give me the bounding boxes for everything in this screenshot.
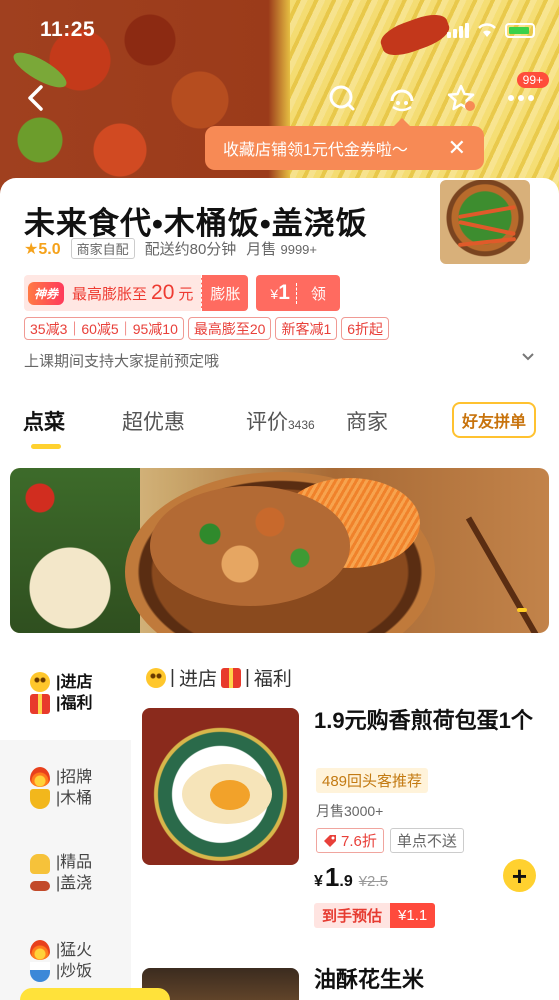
discount-tag: 新客减1 [275, 317, 338, 340]
close-icon[interactable]: ✕ [448, 135, 466, 161]
product-title: 油酥花生米 [314, 967, 425, 992]
shop-thumbnail[interactable] [438, 178, 532, 266]
fire-icon [30, 766, 50, 787]
wifi-icon [478, 23, 496, 37]
active-tab-indicator [31, 444, 61, 449]
shop-name: 未来食代•木桶饭•盖浇饭 [24, 206, 368, 241]
chevron-down-icon[interactable] [521, 352, 535, 362]
sidebar-item-signature[interactable]: |招牌 |木桶 [0, 740, 131, 835]
estimated-price: 到手预估 ¥1.1 [314, 903, 436, 928]
discount-tag: 最高膨至20 [187, 317, 272, 340]
inflate-amount: 20 [151, 281, 175, 304]
product-price: ¥1.9 ¥2.5 [314, 862, 388, 892]
shen-coupon-tag: 神券 [28, 281, 65, 305]
sidebar-item-fried-rice[interactable]: |猛火 |炒饭 [0, 913, 131, 1000]
signal-icon [447, 22, 469, 38]
search-button[interactable] [324, 80, 360, 116]
more-dots-icon [508, 95, 534, 101]
original-price: ¥2.5 [358, 873, 388, 890]
thumbs-up-icon [30, 854, 50, 874]
add-to-cart-button[interactable]: + [503, 859, 536, 892]
shop-meta: ★5.0 商家自配 配送约80分钟 月售 9999+ [24, 238, 317, 259]
single-order-tag: 单点不送 [389, 828, 464, 853]
smile-icon [146, 667, 166, 688]
back-button[interactable] [18, 80, 54, 116]
fire-icon [30, 939, 50, 960]
banner-page-indicator [517, 608, 527, 612]
status-time: 11:25 [40, 18, 96, 41]
product-sales: 月售3000+ [316, 803, 384, 819]
group-order-button[interactable]: 好友拼单 [452, 402, 536, 438]
monthly-sales: 月售 9999+ [246, 241, 317, 258]
smile-icon [30, 671, 50, 692]
shop-tabs: 点菜 超优惠 评价3436 商家 好友拼单 [0, 394, 559, 452]
section-title: | 进店 | 福利 [146, 664, 292, 691]
favorite-button[interactable] [443, 80, 479, 116]
inflate-coupon[interactable]: 神券 最高膨胀至 20 元 [24, 275, 202, 311]
tab-deals[interactable]: 超优惠 [122, 406, 185, 436]
delivery-time: 配送约80分钟 [144, 241, 237, 258]
product-discount-row: 7.6折 单点不送 [316, 828, 464, 853]
gift-icon [30, 693, 50, 714]
category-sidebar: |进店 |福利 |招牌 |木桶 |精品 |盖浇 |猛火 |炒饭 [0, 645, 131, 1000]
cart-bar[interactable] [20, 988, 170, 1000]
product-image[interactable] [142, 708, 299, 865]
sausage-icon [30, 881, 50, 891]
trophy-icon [30, 788, 50, 809]
search-icon [329, 85, 355, 111]
delivery-type-badge: 商家自配 [70, 238, 135, 259]
promo-row: 神券 最高膨胀至 20 元 膨胀 ¥1 领 [24, 275, 340, 311]
headset-icon [390, 89, 414, 112]
discount-tag: 6折起 [341, 317, 390, 340]
sidebar-item-premium[interactable]: |精品 |盖浇 [0, 825, 131, 920]
claim-coupon[interactable]: ¥1 领 [256, 275, 340, 311]
discount-tags[interactable]: 35减3｜60减5｜95减10 最高膨至20 新客减1 6折起 [24, 317, 390, 340]
repeat-customer-tag: 489回头客推荐 [316, 768, 429, 793]
tab-order[interactable]: 点菜 [23, 406, 65, 436]
status-icons [447, 22, 535, 38]
favorite-coupon-tip[interactable]: 收藏店铺领1元代金券啦～ ✕ [205, 118, 484, 170]
discount-badge: 7.6折 [316, 828, 384, 853]
inflate-button[interactable]: 膨胀 [201, 275, 249, 311]
shop-rating: ★5.0 [24, 240, 61, 258]
claim-button[interactable]: 领 [295, 282, 340, 304]
price-tag-icon [324, 834, 336, 847]
tab-reviews[interactable]: 评价3436 [246, 406, 315, 436]
shop-notice: 上课期间支持大家提前预定哦 [24, 353, 220, 370]
chevron-left-icon [28, 85, 43, 111]
bowl-icon [30, 961, 50, 982]
customer-service-button[interactable] [384, 80, 420, 116]
promo-banner[interactable] [10, 468, 549, 633]
gift-icon [220, 667, 241, 688]
battery-icon [505, 22, 535, 38]
product-title: 1.9元购香煎荷包蛋1个 [314, 708, 533, 733]
discount-tag: 35减3｜60减5｜95减10 [24, 317, 184, 340]
star-icon [447, 84, 475, 111]
notification-badge: 99+ [516, 72, 549, 88]
tab-merchant[interactable]: 商家 [346, 406, 388, 436]
sidebar-item-welfare[interactable]: |进店 |福利 [0, 645, 131, 740]
